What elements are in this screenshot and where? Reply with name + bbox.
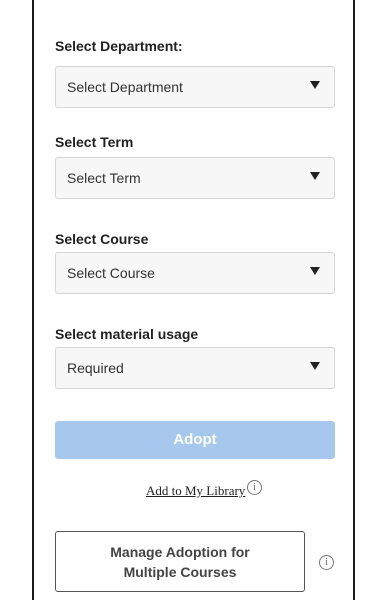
- usage-select-value: Required: [67, 360, 124, 376]
- caret-down-icon: [310, 81, 320, 89]
- term-select-value: Select Term: [67, 170, 141, 186]
- manage-adoption-label-line1: Manage Adoption for: [110, 543, 250, 560]
- manage-adoption-button[interactable]: Manage Adoption for Multiple Courses: [55, 531, 305, 592]
- add-to-library-link[interactable]: Add to My Library: [146, 483, 245, 499]
- usage-label: Select material usage: [55, 326, 199, 342]
- info-icon[interactable]: i: [247, 480, 262, 495]
- course-select-value: Select Course: [67, 265, 155, 281]
- term-label: Select Term: [55, 134, 134, 150]
- term-select[interactable]: Select Term: [55, 157, 335, 199]
- manage-adoption-label-line2: Multiple Courses: [123, 563, 237, 580]
- department-select[interactable]: Select Department: [55, 66, 335, 108]
- department-select-value: Select Department: [67, 79, 183, 95]
- course-select[interactable]: Select Course: [55, 252, 335, 294]
- caret-down-icon: [310, 267, 320, 275]
- caret-down-icon: [310, 362, 320, 370]
- adoption-panel: Select Department: Select Department Sel…: [32, 0, 355, 600]
- department-label: Select Department:: [55, 38, 183, 54]
- info-icon[interactable]: i: [319, 555, 334, 570]
- caret-down-icon: [310, 172, 320, 180]
- usage-select[interactable]: Required: [55, 347, 335, 389]
- adopt-button[interactable]: Adopt: [55, 421, 335, 459]
- course-label: Select Course: [55, 231, 149, 247]
